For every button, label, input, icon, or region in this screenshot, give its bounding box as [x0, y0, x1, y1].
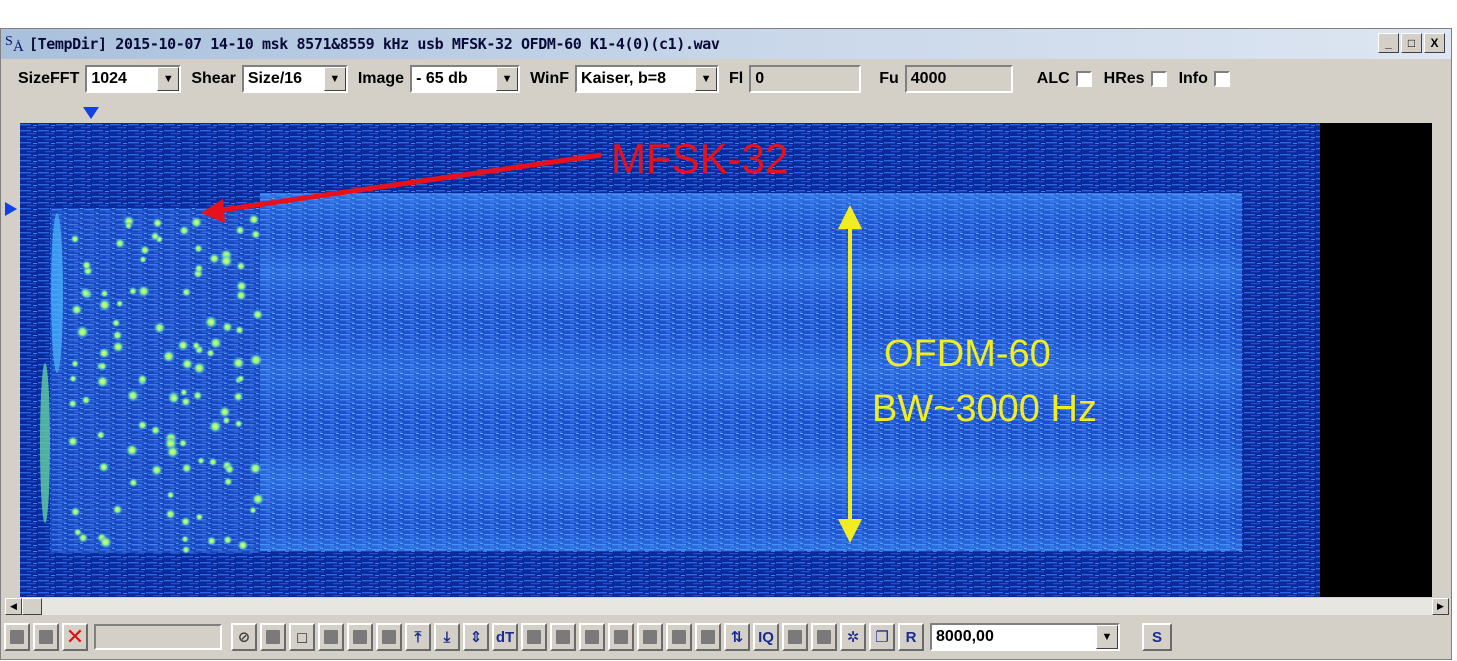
gray-square-icon[interactable]: [550, 623, 576, 651]
bottom-toolbar: ✕ ⊘ ◻ ⤒ ⤓ ⇕ dT ⇅ IQ ✲ ❐ R 8000,00 ▼ S: [1, 619, 1451, 655]
gray-square-icon[interactable]: [521, 623, 547, 651]
samplerate-select[interactable]: 8000,00 ▼: [930, 623, 1120, 651]
gray-square-icon[interactable]: [608, 623, 634, 651]
scroll-left-icon[interactable]: ◀: [5, 598, 22, 615]
globe-icon[interactable]: ✲: [840, 623, 866, 651]
gray-square-icon[interactable]: [347, 623, 373, 651]
chevron-down-icon[interactable]: ▼: [1096, 625, 1118, 649]
gray-square-icon[interactable]: [4, 623, 30, 651]
spectrum-analyzer-window: SAꞈ [TempDir] 2015-10-07 14-10 msk 8571&…: [0, 28, 1452, 660]
arrow-up-bar-icon[interactable]: ⤒: [405, 623, 431, 651]
bandwidth-annotation: BW~3000 Hz: [872, 388, 1097, 430]
horizontal-scrollbar[interactable]: ◀ ▶: [5, 598, 1449, 615]
no-entry-icon[interactable]: ⊘: [231, 623, 257, 651]
scroll-right-icon[interactable]: ▶: [1432, 598, 1449, 615]
scroll-thumb[interactable]: [22, 598, 42, 615]
copy-icon[interactable]: ❐: [869, 623, 895, 651]
gray-square-icon[interactable]: [782, 623, 808, 651]
s-button[interactable]: S: [1142, 623, 1172, 651]
gray-square-icon[interactable]: [318, 623, 344, 651]
r-icon[interactable]: R: [898, 623, 924, 651]
arrow-head-icon: [838, 205, 862, 229]
red-x-icon[interactable]: ✕: [62, 623, 88, 651]
annotation-arrows: [201, 152, 862, 543]
progress-slot: [94, 624, 222, 650]
mfsk-pointer-arrow: [214, 152, 602, 214]
samplerate-value: 8000,00: [936, 628, 994, 645]
gray-square-icon[interactable]: [33, 623, 59, 651]
gray-square-icon[interactable]: [811, 623, 837, 651]
arrow-down-bar-icon[interactable]: ⤓: [434, 623, 460, 651]
gray-square-icon[interactable]: [637, 623, 663, 651]
gray-square-icon[interactable]: [695, 623, 721, 651]
iq-icon[interactable]: IQ: [753, 623, 779, 651]
gray-square-icon[interactable]: [260, 623, 286, 651]
arrow-head-icon: [838, 519, 862, 543]
frame-icon[interactable]: ◻: [289, 623, 315, 651]
gray-square-icon[interactable]: [376, 623, 402, 651]
mfsk-annotation: MFSK-32: [611, 135, 789, 182]
swap-vertical-icon[interactable]: ⇅: [724, 623, 750, 651]
gray-square-icon[interactable]: [579, 623, 605, 651]
arrows-converge-icon[interactable]: ⇕: [463, 623, 489, 651]
dt-icon[interactable]: dT: [492, 623, 518, 651]
gray-square-icon[interactable]: [666, 623, 692, 651]
arrow-head-icon: [201, 199, 225, 223]
ofdm-annotation: OFDM-60: [884, 333, 1051, 375]
